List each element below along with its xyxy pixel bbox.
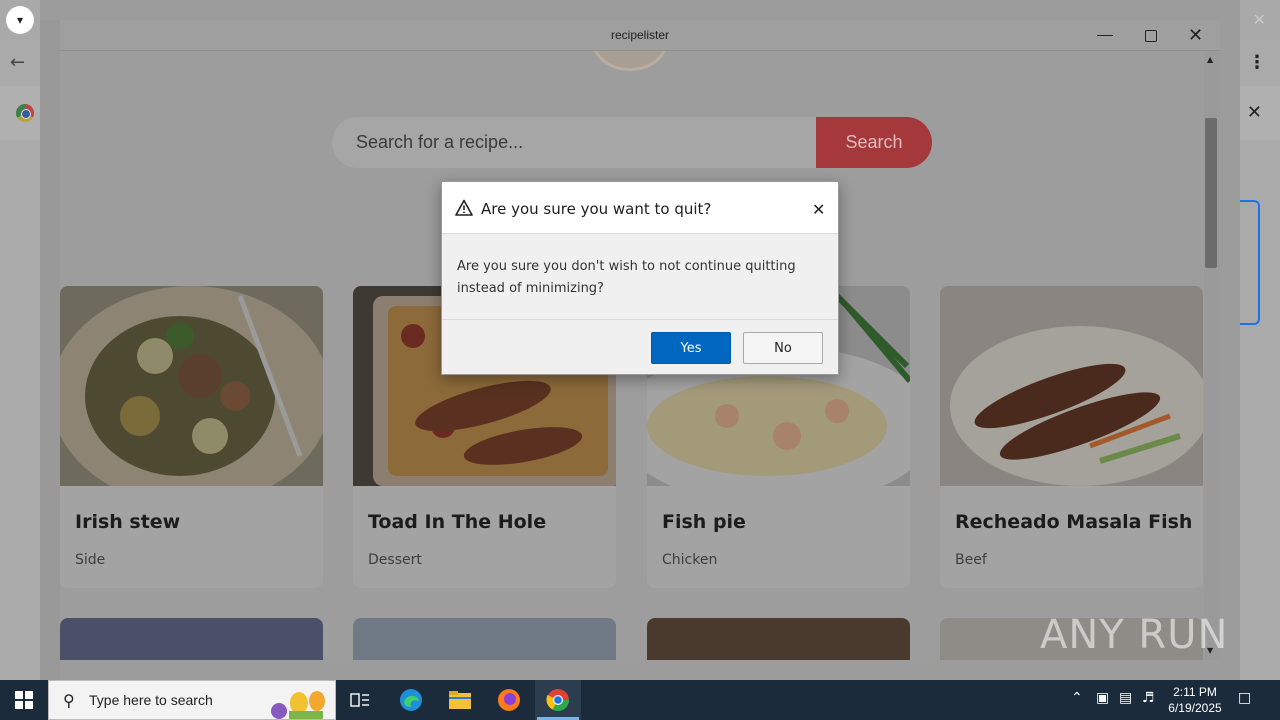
scroll-thumb[interactable] (1205, 118, 1217, 268)
browser-menu-icon[interactable]: ⋮ (1248, 52, 1266, 73)
task-view-icon[interactable] (346, 686, 374, 714)
dialog-body: Are you sure you don't wish to not conti… (442, 234, 838, 320)
recipe-title: Irish stew (75, 511, 181, 533)
back-arrow-icon[interactable]: ← (10, 52, 25, 73)
firefox-icon[interactable] (495, 686, 523, 714)
search-button[interactable]: Search (816, 117, 932, 168)
maximize-icon[interactable] (1145, 30, 1157, 42)
file-explorer-icon[interactable] (446, 686, 474, 714)
meet-now-icon[interactable]: ▣ (1096, 690, 1109, 706)
edge-icon[interactable] (397, 686, 425, 714)
dialog-close-icon[interactable]: ✕ (812, 200, 825, 220)
tab-search-chevron-icon[interactable]: ▾ (6, 6, 34, 34)
recipe-category: Beef (955, 552, 987, 568)
recipe-title: Fish pie (662, 511, 746, 533)
dialog-header: Are you sure you want to quit? ✕ (442, 182, 838, 234)
recipe-card-partial[interactable] (353, 618, 616, 660)
clock-date: 6/19/2025 (1168, 701, 1222, 715)
app-titlebar: recipelister (60, 20, 1220, 51)
infobar-close-icon[interactable]: ✕ (1247, 102, 1262, 123)
recipe-category: Dessert (368, 552, 422, 568)
recipe-card-partial[interactable] (60, 618, 323, 660)
window-close-icon[interactable]: ✕ (1188, 25, 1203, 46)
search-bar: Search (332, 117, 932, 168)
recipe-card[interactable]: Recheado Masala Fish Beef (940, 286, 1203, 588)
chrome-icon[interactable] (544, 686, 572, 714)
quit-dialog: Are you sure you want to quit? ✕ Are you… (441, 181, 839, 375)
recipe-title: Toad In The Hole (368, 511, 547, 533)
anyrun-watermark: ANY RUN (1040, 612, 1229, 658)
taskbar-search-placeholder: Type here to search (89, 692, 213, 708)
search-input[interactable] (332, 117, 822, 168)
recipe-card-partial[interactable] (647, 618, 910, 660)
recipe-title: Recheado Masala Fish (955, 511, 1193, 533)
no-button[interactable]: No (743, 332, 823, 364)
recipe-category: Chicken (662, 552, 718, 568)
tray-chevron-icon[interactable]: ⌃ (1071, 690, 1083, 706)
scroll-up-icon[interactable]: ▲ (1207, 55, 1213, 64)
chrome-logo-icon (16, 104, 34, 122)
recipe-card[interactable]: Irish stew Side (60, 286, 323, 588)
app-title: recipelister (610, 28, 670, 42)
volume-icon[interactable]: ♬ (1142, 690, 1155, 706)
browser-close-icon[interactable]: ✕ (1253, 10, 1266, 29)
app-logo (592, 51, 668, 71)
app-window-edge (40, 20, 60, 680)
recipe-image (940, 286, 1203, 486)
dialog-message: Are you sure you don't wish to not conti… (457, 259, 796, 296)
search-highlight-flowers-icon (271, 691, 325, 719)
recipe-grid-row2 (60, 618, 1205, 660)
dialog-title: Are you sure you want to quit? (481, 200, 712, 218)
start-button[interactable] (0, 680, 48, 720)
clock-time: 2:11 PM (1173, 685, 1217, 699)
minimize-icon[interactable] (1097, 35, 1113, 36)
taskbar-search[interactable]: ⚲ Type here to search (48, 680, 336, 720)
taskbar-clock[interactable]: 2:11 PM 6/19/2025 (1160, 684, 1230, 716)
yes-button[interactable]: Yes (651, 332, 731, 364)
recipe-image (60, 286, 323, 506)
network-icon[interactable]: ▤ (1119, 690, 1132, 706)
recipe-category: Side (75, 552, 106, 568)
notifications-icon[interactable]: □ (1238, 690, 1251, 706)
windows-logo-icon (15, 691, 33, 709)
warning-icon (455, 199, 473, 216)
search-icon: ⚲ (63, 691, 75, 710)
